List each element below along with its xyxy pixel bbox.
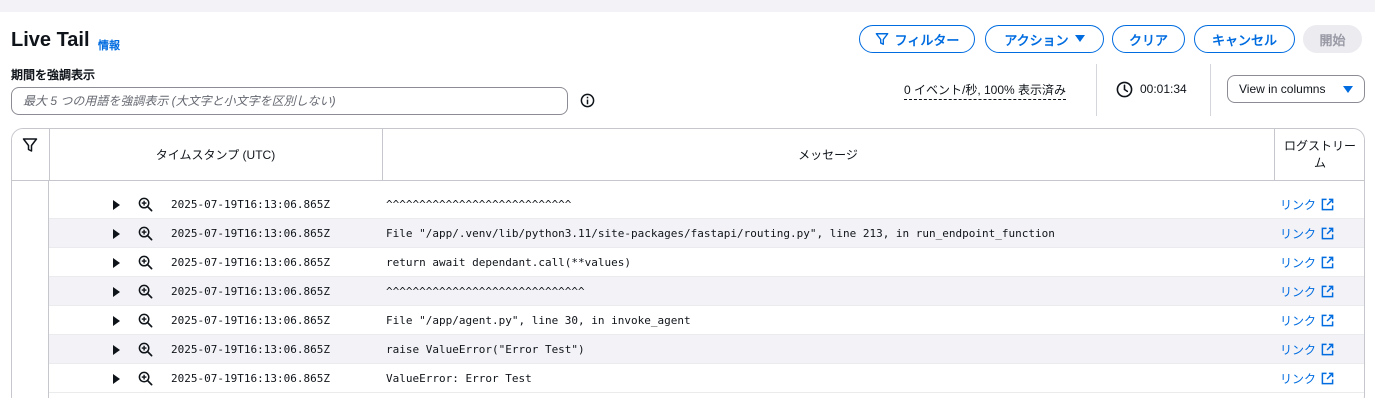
- expand-arrow-icon[interactable]: [113, 258, 120, 268]
- filter-button[interactable]: フィルター: [859, 25, 975, 53]
- log-stream-link-label: リンク: [1280, 372, 1317, 386]
- table-row[interactable]: 2025-07-19T16:13:06.865Z ^^^^^^^^^^^^^^^^…: [49, 277, 1364, 306]
- external-link-icon: [1321, 372, 1334, 385]
- row-timestamp: 2025-07-19T16:13:06.865Z: [171, 314, 330, 327]
- row-message: ^^^^^^^^^^^^^^^^^^^^^^^^^^^^: [386, 198, 572, 211]
- action-button-label: アクション: [1004, 32, 1069, 48]
- view-mode-label: View in columns: [1239, 82, 1326, 96]
- log-stream-link-label: リンク: [1280, 314, 1317, 328]
- external-link-icon: [1321, 285, 1334, 298]
- log-stream-link[interactable]: リンク: [1280, 370, 1334, 387]
- row-message: File "/app/agent.py", line 30, in invoke…: [386, 314, 691, 327]
- expand-arrow-icon[interactable]: [113, 316, 120, 326]
- top-strip: [0, 0, 1375, 12]
- divider: [1210, 64, 1211, 116]
- zoom-in-icon[interactable]: [138, 284, 153, 299]
- table-header: タイムスタンプ (UTC) メッセージ ログストリーム: [12, 129, 1364, 181]
- table-row[interactable]: 2025-07-19T16:13:06.865Z File "/app/agent…: [49, 306, 1364, 335]
- row-timestamp: 2025-07-19T16:13:06.865Z: [171, 285, 330, 298]
- external-link-icon: [1321, 227, 1334, 240]
- table-row[interactable]: 2025-07-19T16:13:06.865Z ValueError: Erro…: [49, 364, 1364, 393]
- log-stream-link-label: リンク: [1280, 285, 1317, 299]
- column-filter-icon[interactable]: [22, 137, 38, 153]
- table-row[interactable]: 2025-07-19T16:13:06.865Z return await dep…: [49, 248, 1364, 277]
- page-title: Live Tail: [11, 29, 90, 51]
- log-table: タイムスタンプ (UTC) メッセージ ログストリーム 2025-07-19T1…: [11, 128, 1365, 398]
- log-stream-link-label: リンク: [1280, 256, 1317, 270]
- row-message: raise ValueError("Error Test"): [386, 343, 585, 356]
- highlight-label: 期間を強調表示: [11, 68, 96, 82]
- log-stream-link-label: リンク: [1280, 198, 1317, 212]
- zoom-in-icon[interactable]: [138, 342, 153, 357]
- log-stream-link[interactable]: リンク: [1280, 254, 1334, 271]
- row-message: return await dependant.call(**values): [386, 256, 632, 269]
- log-stream-link[interactable]: リンク: [1280, 341, 1334, 358]
- expand-arrow-icon[interactable]: [113, 345, 120, 355]
- expand-arrow-icon[interactable]: [113, 287, 120, 297]
- row-timestamp: 2025-07-19T16:13:06.865Z: [171, 227, 330, 240]
- table-row[interactable]: 2025-07-19T16:13:06.865Z ^^^^^^^^^^^^^^^^…: [49, 190, 1364, 219]
- info-link[interactable]: 情報: [98, 37, 120, 53]
- zoom-in-icon[interactable]: [138, 313, 153, 328]
- column-header-message[interactable]: メッセージ: [382, 129, 1274, 181]
- view-mode-select[interactable]: View in columns: [1227, 75, 1365, 103]
- row-timestamp: 2025-07-19T16:13:06.865Z: [171, 198, 330, 211]
- filter-button-label: フィルター: [894, 32, 960, 48]
- elapsed-timer: 00:01:34: [1140, 82, 1187, 96]
- event-stats[interactable]: 0 イベント/秒, 100% 表示済み: [904, 81, 1067, 100]
- filter-icon: [875, 33, 889, 45]
- action-button[interactable]: アクション: [985, 25, 1104, 53]
- log-stream-link-label: リンク: [1280, 227, 1317, 241]
- zoom-in-icon[interactable]: [138, 197, 153, 212]
- clear-button[interactable]: クリア: [1112, 25, 1185, 53]
- external-link-icon: [1321, 343, 1334, 356]
- expand-arrow-icon[interactable]: [113, 374, 120, 384]
- zoom-in-icon[interactable]: [138, 371, 153, 386]
- caret-down-icon: [1074, 35, 1085, 42]
- row-message: ^^^^^^^^^^^^^^^^^^^^^^^^^^^^^^: [386, 285, 585, 298]
- expand-arrow-icon[interactable]: [113, 200, 120, 210]
- expand-arrow-icon[interactable]: [113, 229, 120, 239]
- cancel-button[interactable]: キャンセル: [1194, 25, 1295, 53]
- row-message: ValueError: Error Test: [386, 372, 532, 385]
- row-timestamp: 2025-07-19T16:13:06.865Z: [171, 256, 330, 269]
- log-stream-link[interactable]: リンク: [1280, 312, 1334, 329]
- column-header-timestamp[interactable]: タイムスタンプ (UTC): [49, 129, 382, 181]
- row-message: File "/app/.venv/lib/python3.11/site-pac…: [386, 227, 1055, 240]
- external-link-icon: [1321, 256, 1334, 269]
- table-row[interactable]: 2025-07-19T16:13:06.865Z File "/app/.venv…: [49, 219, 1364, 248]
- divider: [1096, 64, 1097, 116]
- row-timestamp: 2025-07-19T16:13:06.865Z: [171, 343, 330, 356]
- log-stream-link-label: リンク: [1280, 343, 1317, 357]
- external-link-icon: [1321, 198, 1334, 211]
- row-timestamp: 2025-07-19T16:13:06.865Z: [171, 372, 330, 385]
- filter-column: [12, 181, 49, 398]
- log-stream-link[interactable]: リンク: [1280, 225, 1334, 242]
- log-stream-link[interactable]: リンク: [1280, 283, 1334, 300]
- column-header-log-stream[interactable]: ログストリーム: [1274, 129, 1364, 181]
- caret-down-icon: [1343, 86, 1353, 93]
- log-stream-link[interactable]: リンク: [1280, 196, 1334, 213]
- zoom-in-icon[interactable]: [138, 226, 153, 241]
- table-row[interactable]: 2025-07-19T16:13:06.865Z raise ValueError…: [49, 335, 1364, 364]
- clock-icon: [1116, 81, 1133, 98]
- zoom-in-icon[interactable]: [138, 255, 153, 270]
- external-link-icon: [1321, 314, 1334, 327]
- info-circle-icon[interactable]: [580, 93, 595, 108]
- highlight-input[interactable]: [11, 87, 568, 115]
- start-button[interactable]: 開始: [1303, 25, 1362, 53]
